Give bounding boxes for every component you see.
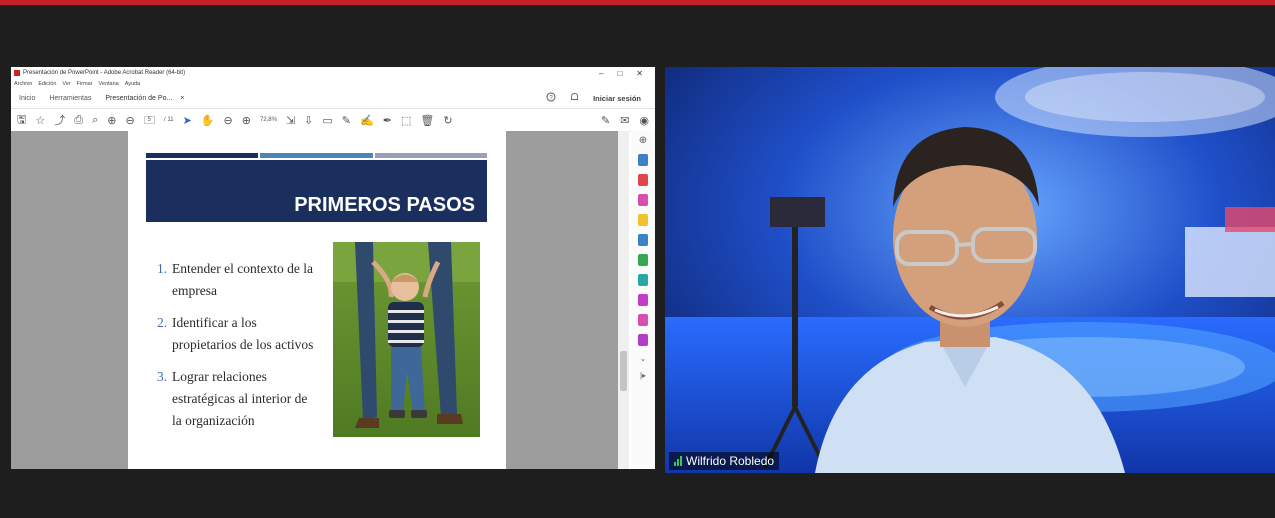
export-pdf-icon[interactable] xyxy=(638,154,648,166)
zoom-out-icon[interactable]: ⊖ xyxy=(224,114,233,127)
menu-ver[interactable]: Ver xyxy=(62,81,70,87)
minimize-icon[interactable]: – xyxy=(599,69,603,78)
draw-icon[interactable]: ✍ xyxy=(360,114,374,127)
stamp-icon[interactable]: ⬚ xyxy=(401,114,411,127)
menu-ayuda[interactable]: Ayuda xyxy=(125,81,141,87)
list-text: Identificar a los propietarios de los ac… xyxy=(172,315,314,352)
help-icon[interactable]: ? xyxy=(546,92,556,104)
participant-name-tag: Wilfrido Robledo xyxy=(669,452,780,470)
document-view[interactable]: PRIMEROS PASOS 1. Entender el contexto d… xyxy=(11,131,618,469)
tab-bar: Inicio Herramientas Presentación de Po..… xyxy=(11,88,655,109)
rotate-icon[interactable]: ↻ xyxy=(443,114,452,127)
save-icon[interactable]: 🖫 xyxy=(17,111,26,130)
delete-icon[interactable]: 🗑 xyxy=(420,114,434,127)
page-number-input[interactable]: 5 xyxy=(143,116,156,124)
zoom-level-select[interactable]: 72,8% xyxy=(260,117,277,123)
select-cursor-icon[interactable]: ➤ xyxy=(183,114,192,127)
main-toolbar: 🖫 ☆ ⤴ ⎙ ⌕ ⊕ ⊖ 5 / 11 ➤ ✋ ⊖ ⊕ 72,8% ⇲ ⇩ ▭… xyxy=(11,109,655,132)
menu-ventana[interactable]: Ventana xyxy=(99,81,119,87)
tab-inicio[interactable]: Inicio xyxy=(19,95,35,102)
tab-herramientas[interactable]: Herramientas xyxy=(49,95,91,102)
tab-document-label: Presentación de Po... xyxy=(105,94,173,102)
pdf-app-icon xyxy=(14,70,20,76)
bell-icon[interactable] xyxy=(570,92,579,104)
create-pdf-icon[interactable] xyxy=(638,174,648,186)
combine-files-icon[interactable] xyxy=(638,234,648,246)
video-feed xyxy=(665,67,1275,473)
page-total: / 11 xyxy=(164,117,174,123)
meeting-top-bar xyxy=(0,0,1275,5)
list-text: Entender el contexto de la empresa xyxy=(172,261,313,298)
signal-strength-icon xyxy=(674,456,682,466)
hand-tool-icon[interactable]: ✋ xyxy=(201,114,215,127)
slide-title-banner: PRIMEROS PASOS xyxy=(146,160,487,222)
scan-ocr-icon[interactable] xyxy=(638,274,648,286)
shared-screen-acrobat-window: Presentación de PowerPoint - Adobe Acrob… xyxy=(11,67,655,469)
edit-sign-icon[interactable]: ✎ xyxy=(601,114,610,127)
maximize-icon[interactable]: □ xyxy=(617,69,622,78)
pdf-page: PRIMEROS PASOS 1. Entender el contexto d… xyxy=(128,131,506,469)
list-item: 3. Lograr relaciones estratégicas al int… xyxy=(157,366,317,432)
menu-edicion[interactable]: Edición xyxy=(38,81,56,87)
list-item: 2. Identificar a los propietarios de los… xyxy=(157,312,317,356)
comment-icon[interactable]: ▭ xyxy=(322,114,332,127)
slide-photo-baby-walking xyxy=(333,242,480,437)
list-item: 1. Entender el contexto de la empresa xyxy=(157,258,317,302)
list-number: 3. xyxy=(157,369,168,384)
edit-pdf-icon[interactable] xyxy=(638,194,648,206)
upload-icon[interactable]: ⤴ xyxy=(54,112,65,128)
bookmark-star-icon[interactable]: ☆ xyxy=(35,114,45,127)
menu-archivo[interactable]: Archivo xyxy=(14,81,32,87)
slide-title: PRIMEROS PASOS xyxy=(294,194,475,216)
print-icon[interactable]: ⎙ xyxy=(74,114,83,127)
participant-name: Wilfrido Robledo xyxy=(686,454,775,468)
organize-pages-icon[interactable] xyxy=(638,254,648,266)
window-title: Presentación de PowerPoint - Adobe Acrob… xyxy=(23,70,186,76)
tab-close-icon[interactable]: × xyxy=(180,95,184,102)
tools-side-panel: ⊕ ⌄ |▸ xyxy=(631,131,655,469)
page-up-icon[interactable]: ⊕ xyxy=(107,114,116,127)
fit-page-icon[interactable]: ⇲ xyxy=(286,114,295,127)
participant-video-tile[interactable]: Wilfrido Robledo xyxy=(665,67,1275,473)
signin-button[interactable]: Iniciar sesión xyxy=(593,94,641,103)
slide-stripes xyxy=(146,153,487,158)
fill-sign-icon[interactable] xyxy=(638,294,648,306)
scrollbar-thumb[interactable] xyxy=(620,351,627,391)
search-icon[interactable]: ⌕ xyxy=(92,114,98,127)
chevron-down-icon[interactable]: ⌄ xyxy=(640,354,647,363)
account-icon[interactable]: ◉ xyxy=(639,114,649,127)
slide-bullet-list: 1. Entender el contexto de la empresa 2.… xyxy=(157,258,317,442)
list-number: 1. xyxy=(157,261,168,276)
highlight-icon[interactable]: ✎ xyxy=(342,114,351,127)
protect-icon[interactable] xyxy=(638,314,648,326)
scroll-mode-icon[interactable]: ⇩ xyxy=(304,114,313,127)
list-number: 2. xyxy=(157,315,168,330)
page-down-icon[interactable]: ⊖ xyxy=(125,114,134,127)
list-text: Lograr relaciones estratégicas al interi… xyxy=(172,369,308,428)
menu-firmar[interactable]: Firmar xyxy=(77,81,93,87)
collapse-panel-icon[interactable]: |▸ xyxy=(640,371,646,380)
zoom-in-icon[interactable]: ⊕ xyxy=(242,114,251,127)
sign-icon[interactable]: ✒ xyxy=(383,114,392,127)
menu-bar: Archivo Edición Ver Firmar Ventana Ayuda xyxy=(11,79,655,88)
comment-tool-icon[interactable] xyxy=(638,214,648,226)
acrobat-title-bar: Presentación de PowerPoint - Adobe Acrob… xyxy=(11,67,655,79)
vertical-scrollbar[interactable] xyxy=(618,131,629,469)
more-tools-icon[interactable] xyxy=(638,334,648,346)
close-icon[interactable]: ✕ xyxy=(636,69,643,78)
tab-document[interactable]: Presentación de Po... × xyxy=(105,94,185,102)
mail-icon[interactable]: ✉ xyxy=(620,114,629,127)
zoom-tool-icon[interactable]: ⊕ xyxy=(639,135,647,146)
